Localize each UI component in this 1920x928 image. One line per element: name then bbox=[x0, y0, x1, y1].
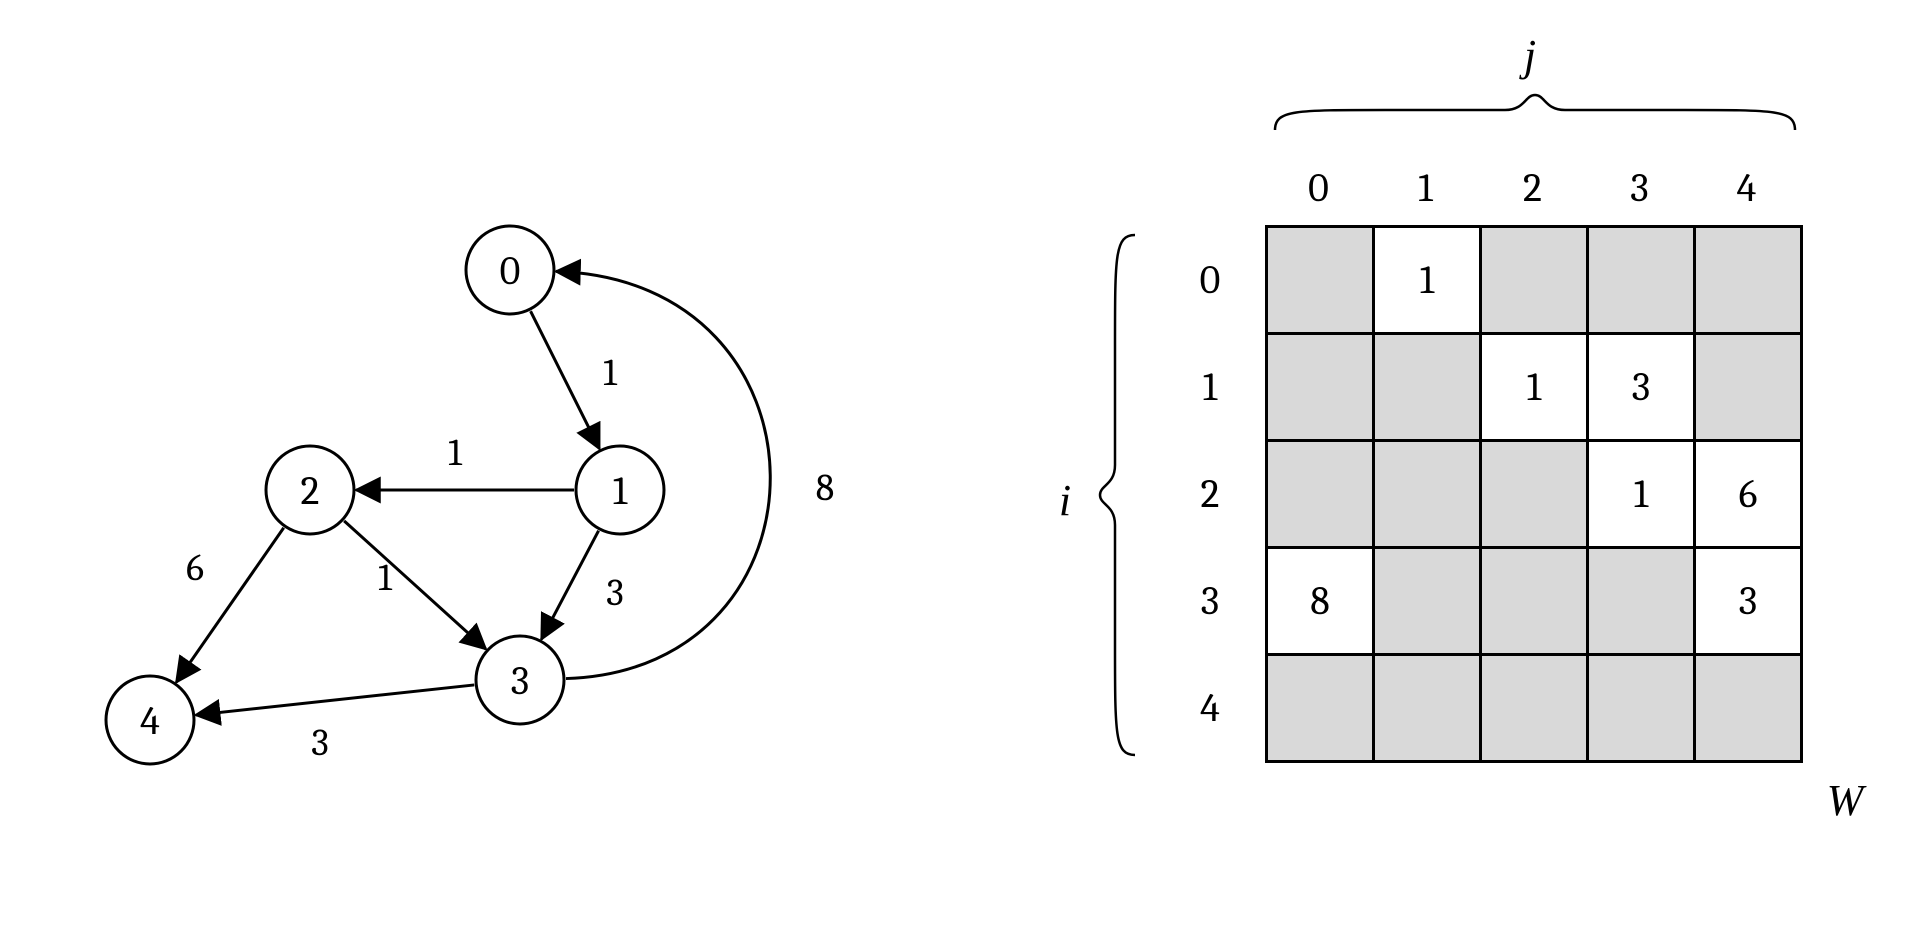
matrix-cell-1-1 bbox=[1374, 334, 1481, 441]
graph-nodes: 0 1 2 3 4 bbox=[106, 226, 664, 764]
edge-0-1 bbox=[531, 311, 600, 449]
matrix-row-0: 1 bbox=[1267, 227, 1802, 334]
col-header-3: 3 bbox=[1625, 165, 1655, 211]
matrix-grid: 1131683 bbox=[1265, 225, 1803, 763]
col-header-2: 2 bbox=[1518, 165, 1548, 211]
matrix-cell-0-0 bbox=[1267, 227, 1374, 334]
row-axis-label: i bbox=[1050, 475, 1080, 526]
col-brace-icon bbox=[1265, 85, 1805, 145]
edge-2-3 bbox=[344, 521, 486, 649]
matrix-cell-4-3 bbox=[1588, 655, 1695, 762]
matrix-row-2: 16 bbox=[1267, 441, 1802, 548]
node-label-1: 1 bbox=[613, 468, 628, 514]
matrix-cell-3-0: 8 bbox=[1267, 548, 1374, 655]
diagram-canvas: { "graph": { "nodes": [ { "id": "0", "la… bbox=[0, 0, 1920, 928]
edge-weight-3-4: 3 bbox=[311, 721, 329, 765]
graph-svg: 1 1 3 1 6 3 8 0 1 2 3 4 bbox=[80, 160, 900, 860]
matrix-cell-2-0 bbox=[1267, 441, 1374, 548]
edge-1-3 bbox=[541, 531, 598, 640]
matrix-cell-2-3: 1 bbox=[1588, 441, 1695, 548]
row-header-4: 4 bbox=[1195, 685, 1225, 731]
matrix-cell-2-4: 6 bbox=[1695, 441, 1802, 548]
row-brace-icon bbox=[1090, 225, 1150, 765]
matrix-cell-0-2 bbox=[1481, 227, 1588, 334]
matrix-name-label: W bbox=[1820, 775, 1870, 826]
matrix-cell-2-2 bbox=[1481, 441, 1588, 548]
node-label-3: 3 bbox=[511, 658, 529, 704]
adjacency-matrix-area: j 01234 i 01234 1131683 W bbox=[1030, 30, 1890, 900]
row-header-0: 0 bbox=[1195, 257, 1225, 303]
node-label-2: 2 bbox=[301, 468, 320, 514]
row-header-2: 2 bbox=[1195, 471, 1225, 517]
matrix-cell-3-4: 3 bbox=[1695, 548, 1802, 655]
edge-weight-0-1: 1 bbox=[603, 351, 618, 395]
matrix-cell-3-3 bbox=[1588, 548, 1695, 655]
matrix-row-4 bbox=[1267, 655, 1802, 762]
matrix-cell-1-0 bbox=[1267, 334, 1374, 441]
edge-3-4 bbox=[196, 685, 475, 715]
col-header-1: 1 bbox=[1411, 165, 1441, 211]
col-header-0: 0 bbox=[1304, 165, 1334, 211]
matrix-row-3: 83 bbox=[1267, 548, 1802, 655]
matrix-cell-4-2 bbox=[1481, 655, 1588, 762]
matrix-cell-2-1 bbox=[1374, 441, 1481, 548]
matrix-cell-4-1 bbox=[1374, 655, 1481, 762]
matrix-cell-1-2: 1 bbox=[1481, 334, 1588, 441]
matrix-cell-3-2 bbox=[1481, 548, 1588, 655]
matrix-row-1: 13 bbox=[1267, 334, 1802, 441]
matrix-cell-0-4 bbox=[1695, 227, 1802, 334]
col-header-4: 4 bbox=[1732, 165, 1762, 211]
matrix-cell-0-3 bbox=[1588, 227, 1695, 334]
row-header-1: 1 bbox=[1195, 364, 1225, 410]
edge-weight-1-2: 1 bbox=[448, 431, 463, 475]
matrix-cell-3-1 bbox=[1374, 548, 1481, 655]
node-label-0: 0 bbox=[500, 248, 521, 294]
row-header-3: 3 bbox=[1195, 578, 1225, 624]
matrix-cell-4-0 bbox=[1267, 655, 1374, 762]
col-axis-label: j bbox=[1510, 30, 1550, 81]
matrix-cell-1-3: 3 bbox=[1588, 334, 1695, 441]
edge-weight-1-3: 3 bbox=[606, 571, 624, 615]
matrix-cell-4-4 bbox=[1695, 655, 1802, 762]
matrix-cell-0-1: 1 bbox=[1374, 227, 1481, 334]
edge-weight-3-0: 8 bbox=[816, 466, 834, 510]
node-label-4: 4 bbox=[140, 698, 160, 744]
edge-weight-2-3: 1 bbox=[378, 556, 393, 600]
edge-weight-2-4: 6 bbox=[186, 546, 204, 590]
matrix-cell-1-4 bbox=[1695, 334, 1802, 441]
